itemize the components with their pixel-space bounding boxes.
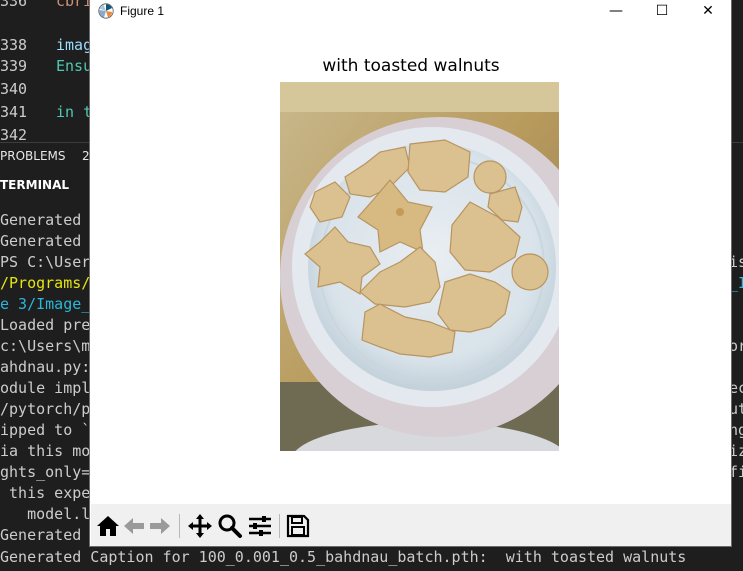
terminal-line-tail: iz: [729, 442, 743, 460]
zoom-icon[interactable]: [217, 513, 243, 539]
terminal-line: c:\Users\m: [0, 337, 91, 355]
pan-icon[interactable]: [187, 513, 213, 539]
terminal-line-tail: _I: [729, 274, 743, 292]
terminal-line: Generated: [0, 211, 91, 229]
terminal-line: ahdnau.py:: [0, 358, 91, 376]
terminal-line-tail: ut: [729, 400, 743, 418]
toolbar-separator: [179, 514, 180, 538]
terminal-line: ghts_only=: [0, 463, 91, 481]
terminal-last-line-row: Generated Caption for 100_0.001_0.5_bahd…: [0, 546, 743, 571]
terminal-line: PS C:\User: [0, 253, 91, 271]
matplotlib-logo-icon: [98, 3, 114, 19]
terminal-line: model.lo: [0, 505, 100, 523]
home-icon[interactable]: [95, 513, 121, 539]
terminal-line-tail: or: [729, 337, 743, 355]
configure-subplots-icon[interactable]: [247, 513, 273, 539]
figure-canvas[interactable]: with toasted walnuts: [91, 24, 731, 504]
terminal-line: Generated: [0, 526, 91, 544]
terminal-line: ipped to `: [0, 421, 91, 439]
problems-count-badge: 2: [82, 149, 90, 163]
cookie-plate-photo: [280, 82, 559, 451]
line-number: 339: [0, 57, 28, 75]
code-line[interactable]: in t: [56, 103, 92, 121]
window-titlebar[interactable]: Figure 1 — ☐ ✕: [90, 0, 731, 24]
line-number: 342: [0, 126, 28, 140]
window-title: Figure 1: [120, 4, 165, 18]
minimize-icon: —: [609, 3, 623, 19]
terminal-line-tail: fi: [729, 463, 743, 481]
code-line[interactable]: Ensu: [56, 57, 92, 75]
save-icon[interactable]: [285, 513, 311, 539]
terminal-line-tail: ng: [729, 421, 743, 439]
forward-icon[interactable]: [147, 513, 173, 539]
tab-problems[interactable]: PROBLEMS: [0, 149, 66, 163]
terminal-line: this expe: [0, 484, 91, 502]
tab-terminal[interactable]: TERMINAL: [0, 178, 69, 192]
figure-window[interactable]: Figure 1 — ☐ ✕ with toasted walnuts: [90, 0, 731, 546]
terminal-line-tail: ec: [729, 379, 743, 397]
terminal-line: e 3/Image_: [0, 295, 91, 313]
terminal-line: ia this mo: [0, 442, 91, 460]
line-number: 336: [0, 0, 28, 10]
line-number: 338: [0, 36, 28, 54]
figure-toolbar: [91, 504, 731, 546]
maximize-icon: ☐: [655, 3, 669, 19]
back-icon[interactable]: [121, 513, 147, 539]
terminal-line-tail: is: [729, 253, 743, 271]
terminal-line: Generated: [0, 232, 91, 250]
close-icon: ✕: [702, 3, 714, 19]
line-number: 341: [0, 103, 28, 121]
terminal-line: Loaded pre: [0, 316, 91, 334]
line-number: 340: [0, 80, 28, 98]
close-button[interactable]: ✕: [685, 0, 731, 24]
caption-output-line: Generated Caption for 100_0.001_0.5_bahd…: [0, 548, 687, 566]
minimize-button[interactable]: —: [593, 0, 639, 24]
maximize-button[interactable]: ☐: [639, 0, 685, 24]
code-line[interactable]: cbri: [56, 0, 92, 10]
toolbar-separator: [279, 514, 280, 538]
terminal-line: odule impl: [0, 379, 91, 397]
terminal-line: /pytorch/p: [0, 400, 91, 418]
terminal-line: /Programs/: [0, 274, 91, 292]
plot-title: with toasted walnuts: [322, 56, 500, 76]
code-line[interactable]: imag: [56, 36, 92, 54]
